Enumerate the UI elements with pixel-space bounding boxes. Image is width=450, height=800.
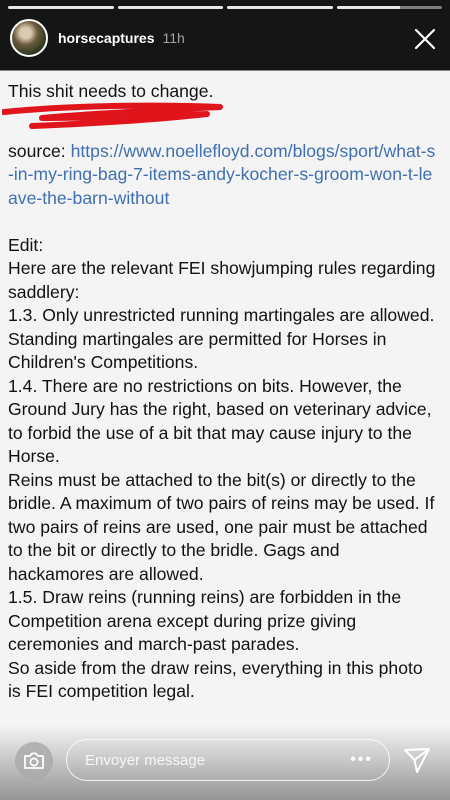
- post-content: This shit needs to change. source: https…: [2, 80, 436, 704]
- story-header: horsecaptures 11h: [10, 18, 440, 58]
- story-footer: Envoyer message •••: [0, 725, 450, 800]
- avatar[interactable]: [10, 19, 48, 57]
- post-time: 11h: [162, 30, 185, 46]
- progress-segment-active: [336, 6, 442, 9]
- edit-heading: Edit:: [8, 234, 44, 255]
- close-icon[interactable]: [410, 24, 440, 54]
- rule-1-4: 1.4. There are no restrictions on bits. …: [8, 375, 432, 467]
- conclusion: So aside from the draw reins, everything…: [8, 657, 423, 702]
- red-scribble-underline: [2, 102, 223, 129]
- post-title-text: This shit needs to change.: [8, 81, 214, 101]
- more-icon[interactable]: •••: [350, 751, 373, 769]
- progress-segment: [117, 6, 223, 9]
- progress-segment: [8, 6, 114, 9]
- rule-reins: Reins must be attached to the bit(s) or …: [8, 469, 435, 584]
- message-input[interactable]: Envoyer message •••: [66, 739, 390, 781]
- source-link[interactable]: https://www.noellefloyd.com/blogs/sport/…: [8, 141, 435, 208]
- camera-icon: [24, 752, 44, 769]
- edit-section: Edit: Here are the relevant FEI showjump…: [8, 234, 436, 657]
- send-icon[interactable]: [402, 745, 432, 775]
- story-viewer[interactable]: horsecaptures 11h This shit needs to cha…: [0, 0, 450, 800]
- post-title: This shit needs to change.: [8, 80, 213, 104]
- source-label: source:: [8, 140, 71, 161]
- rules-intro: Here are the relevant FEI showjumping ru…: [8, 258, 436, 302]
- message-placeholder: Envoyer message: [85, 751, 206, 769]
- source-line: source: https://www.noellefloyd.com/blog…: [8, 140, 436, 211]
- progress-segment: [227, 6, 333, 9]
- rule-1-3: 1.3. Only unrestricted running martingal…: [8, 305, 435, 372]
- username[interactable]: horsecaptures: [58, 30, 154, 46]
- rule-1-5: 1.5. Draw reins (running reins) are forb…: [8, 587, 402, 654]
- story-progress-bar: [8, 6, 442, 9]
- camera-button[interactable]: [15, 742, 53, 780]
